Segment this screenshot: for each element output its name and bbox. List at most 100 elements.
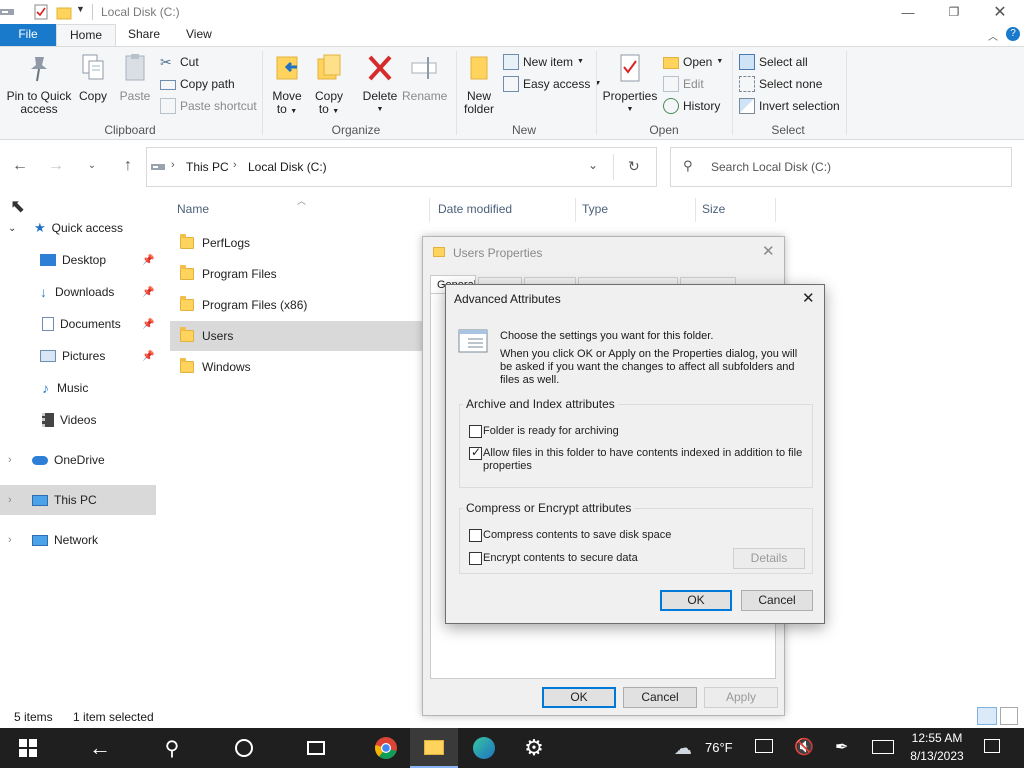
close-icon[interactable]: ✕ bbox=[762, 242, 775, 260]
maximize-button[interactable]: ❐ bbox=[931, 0, 977, 24]
column-header-name[interactable]: Name bbox=[177, 202, 209, 220]
sidebar-item-network[interactable]: › Network bbox=[0, 525, 156, 555]
clock-time[interactable]: 12:55 AM bbox=[908, 731, 966, 745]
sidebar-item-pictures[interactable]: Pictures 📌 bbox=[0, 341, 156, 371]
expand-chevron-icon[interactable]: › bbox=[8, 534, 18, 546]
column-divider[interactable] bbox=[695, 198, 696, 222]
address-bar[interactable]: › This PC › Local Disk (C:) ⌄ ↻ bbox=[146, 147, 657, 187]
select-none-button[interactable]: Select none bbox=[739, 74, 822, 94]
search-input[interactable]: Search Local Disk (C:) bbox=[711, 160, 831, 174]
volume-muted-icon[interactable]: 🔇 bbox=[794, 737, 814, 757]
file-row[interactable]: PerfLogs bbox=[170, 228, 422, 258]
task-view-button[interactable] bbox=[292, 728, 340, 768]
settings-taskbar-button[interactable]: ⚙ bbox=[510, 728, 558, 768]
expand-chevron-icon[interactable]: › bbox=[8, 454, 18, 466]
tab-share[interactable]: Share bbox=[116, 24, 172, 46]
select-all-button[interactable]: Select all bbox=[739, 52, 808, 72]
weather-temperature[interactable]: 76°F bbox=[705, 740, 733, 755]
copy-to-button[interactable]: Copy to ▼ bbox=[312, 53, 346, 118]
column-header-size[interactable]: Size bbox=[702, 202, 725, 220]
search-box[interactable]: ⚲ Search Local Disk (C:) bbox=[670, 147, 1012, 187]
keyboard-icon[interactable] bbox=[872, 740, 894, 754]
advanced-ok-button[interactable]: OK bbox=[660, 590, 732, 611]
close-button[interactable]: ✕ bbox=[977, 0, 1023, 24]
file-row[interactable]: Program Files (x86) bbox=[170, 290, 422, 320]
breadcrumb-this-pc[interactable]: This PC bbox=[186, 160, 229, 174]
back-arrow-icon[interactable]: ← bbox=[76, 728, 124, 768]
rename-button[interactable]: Rename bbox=[402, 53, 447, 103]
collapse-ribbon-icon[interactable]: ︿ bbox=[988, 28, 998, 43]
column-divider[interactable] bbox=[575, 198, 576, 222]
recent-locations-button[interactable]: ⌄ bbox=[82, 156, 102, 176]
compress-checkbox-label[interactable]: Compress contents to save disk space bbox=[483, 529, 671, 542]
history-button[interactable]: History bbox=[663, 96, 720, 116]
sidebar-item-downloads[interactable]: ↓ Downloads 📌 bbox=[0, 277, 156, 307]
forward-button[interactable]: → bbox=[46, 156, 66, 176]
sidebar-item-music[interactable]: ♪ Music bbox=[0, 373, 156, 403]
new-folder-qat-icon[interactable] bbox=[56, 4, 72, 20]
column-header-type[interactable]: Type bbox=[582, 202, 608, 220]
expand-chevron-icon[interactable]: ⌄ bbox=[8, 223, 18, 234]
column-divider[interactable] bbox=[775, 198, 776, 222]
properties-qat-icon[interactable] bbox=[33, 4, 49, 20]
compress-checkbox[interactable] bbox=[469, 529, 482, 542]
details-button[interactable]: Details bbox=[733, 548, 805, 569]
advanced-cancel-button[interactable]: Cancel bbox=[741, 590, 813, 611]
cortana-button[interactable] bbox=[220, 728, 268, 768]
search-icon[interactable]: ⚲ bbox=[148, 728, 196, 768]
delete-button[interactable]: Delete ▼ bbox=[360, 53, 400, 116]
tab-home[interactable]: Home bbox=[56, 24, 116, 46]
address-dropdown-icon[interactable]: ⌄ bbox=[588, 158, 598, 172]
copy-button[interactable]: Copy bbox=[76, 53, 110, 103]
weather-cloud-icon[interactable]: ☁ bbox=[674, 738, 692, 759]
paste-button[interactable]: Paste bbox=[116, 53, 154, 103]
encrypt-checkbox[interactable] bbox=[469, 552, 482, 565]
index-checkbox-label[interactable]: Allow files in this folder to have conte… bbox=[483, 447, 805, 473]
invert-selection-button[interactable]: Invert selection bbox=[739, 96, 840, 116]
up-button[interactable]: ↑ bbox=[118, 156, 138, 176]
qat-dropdown-icon[interactable]: ▼ bbox=[76, 4, 85, 14]
expand-chevron-icon[interactable]: › bbox=[8, 494, 18, 506]
file-row[interactable]: Windows bbox=[170, 352, 422, 382]
archive-checkbox-label[interactable]: Folder is ready for archiving bbox=[483, 425, 619, 438]
file-explorer-taskbar-button[interactable] bbox=[410, 728, 458, 768]
pin-quick-access-button[interactable]: Pin to Quick access bbox=[4, 53, 74, 116]
move-to-button[interactable]: Move to ▼ bbox=[270, 53, 304, 118]
refresh-icon[interactable]: ↻ bbox=[628, 158, 640, 175]
properties-ok-button[interactable]: OK bbox=[542, 687, 616, 708]
edge-taskbar-button[interactable] bbox=[460, 728, 508, 768]
properties-cancel-button[interactable]: Cancel bbox=[623, 687, 697, 708]
encrypt-checkbox-label[interactable]: Encrypt contents to secure data bbox=[483, 552, 638, 565]
paste-shortcut-button[interactable]: Paste shortcut bbox=[160, 96, 257, 116]
new-folder-button[interactable]: New folder bbox=[460, 53, 498, 116]
tab-view[interactable]: View bbox=[174, 24, 224, 46]
pen-icon[interactable]: ✒ bbox=[835, 737, 848, 757]
details-view-icon[interactable] bbox=[977, 707, 997, 725]
file-row-selected[interactable]: Users bbox=[170, 321, 422, 351]
properties-button[interactable]: Properties ▼ bbox=[602, 53, 658, 116]
network-tray-icon[interactable] bbox=[755, 739, 773, 753]
archive-checkbox[interactable] bbox=[469, 425, 482, 438]
file-row[interactable]: Program Files bbox=[170, 259, 422, 289]
edit-button[interactable]: Edit bbox=[663, 74, 704, 94]
notifications-icon[interactable] bbox=[984, 739, 1000, 753]
minimize-button[interactable]: — bbox=[885, 0, 931, 24]
open-button[interactable]: Open ▼ bbox=[663, 52, 723, 72]
column-header-date[interactable]: Date modified bbox=[438, 202, 512, 220]
easy-access-button[interactable]: Easy access ▼ bbox=[503, 74, 601, 94]
sidebar-item-quick-access[interactable]: ⌄ ★ Quick access bbox=[0, 213, 156, 243]
help-icon[interactable]: ? bbox=[1006, 27, 1020, 41]
properties-apply-button[interactable]: Apply bbox=[704, 687, 778, 708]
sidebar-item-videos[interactable]: Videos bbox=[0, 405, 156, 435]
sidebar-item-this-pc[interactable]: › This PC bbox=[0, 485, 156, 515]
start-button[interactable] bbox=[4, 728, 52, 768]
sidebar-item-desktop[interactable]: Desktop 📌 bbox=[0, 245, 156, 275]
new-item-button[interactable]: New item ▼ bbox=[503, 52, 584, 72]
column-divider[interactable] bbox=[429, 198, 430, 222]
index-checkbox[interactable] bbox=[469, 445, 482, 460]
clock-date[interactable]: 8/13/2023 bbox=[908, 749, 966, 763]
close-icon[interactable]: ✕ bbox=[802, 289, 815, 307]
chrome-taskbar-button[interactable] bbox=[362, 728, 410, 768]
breadcrumb-local-disk[interactable]: Local Disk (C:) bbox=[248, 160, 327, 174]
cut-button[interactable]: ✂ Cut bbox=[160, 52, 199, 72]
